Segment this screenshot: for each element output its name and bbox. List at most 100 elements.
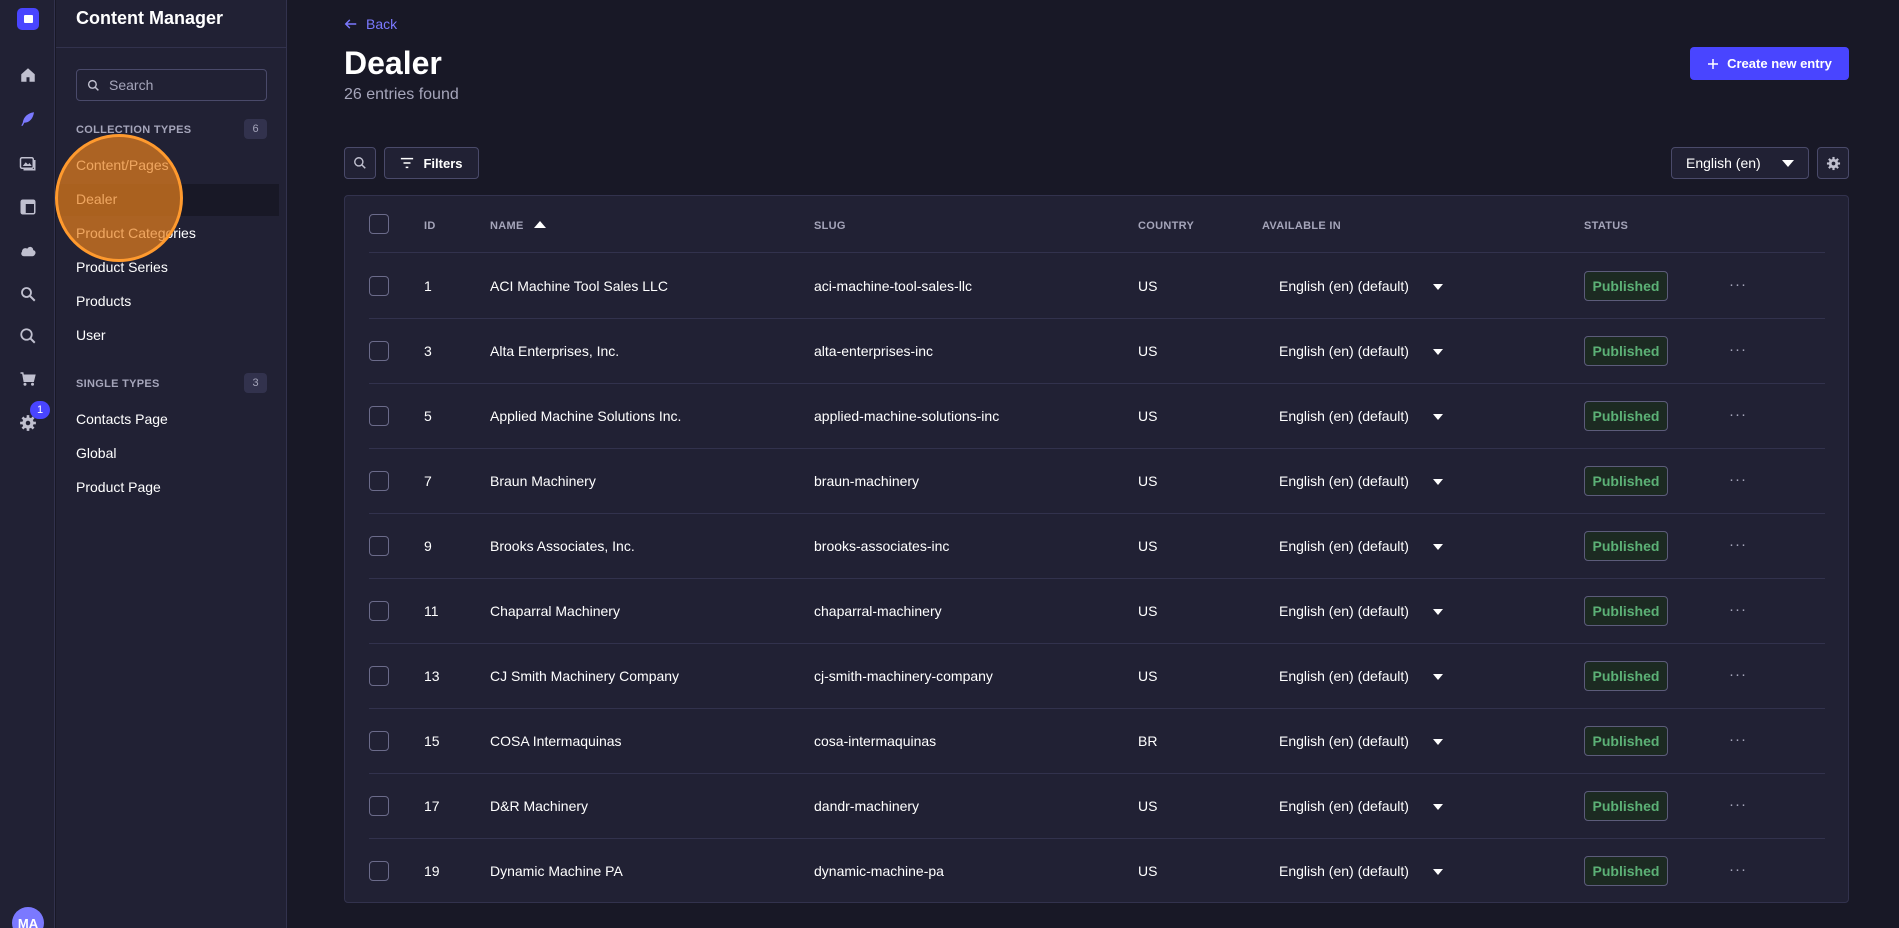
table-row[interactable]: 17 D&R Machinery dandr-machinery US English … (369, 774, 1825, 839)
cell-available-in[interactable]: English (en) (default) (1279, 863, 1409, 879)
cell-available-in[interactable]: English (en) (default) (1279, 343, 1409, 359)
media-library-icon[interactable] (15, 150, 41, 176)
cell-available-in[interactable]: English (en) (default) (1279, 733, 1409, 749)
chevron-down-icon[interactable] (1433, 674, 1443, 680)
table-search-button[interactable] (344, 147, 376, 179)
cell-country: US (1138, 408, 1158, 424)
locale-select[interactable]: English (en) (1671, 147, 1809, 179)
column-header-slug[interactable]: SLUG (814, 220, 846, 232)
more-actions-icon[interactable]: ··· (1729, 796, 1747, 813)
table-row[interactable]: 11 Chaparral Machinery chaparral-machinery… (369, 579, 1825, 644)
sort-ascending-icon[interactable] (533, 221, 546, 228)
table-row[interactable]: 13 CJ Smith Machinery Company cj-smith-mac… (369, 644, 1825, 709)
entries-count: 26 entries found (344, 86, 459, 103)
single-types-heading: SINGLE TYPES (76, 378, 160, 390)
table-row[interactable]: 19 Dynamic Machine PA dynamic-machine-pa US… (369, 839, 1825, 904)
table-row[interactable]: 9 Brooks Associates, Inc. brooks-associate… (369, 514, 1825, 579)
chevron-down-icon[interactable] (1433, 349, 1443, 355)
select-all-checkbox[interactable] (369, 214, 389, 234)
chevron-down-icon[interactable] (1433, 414, 1443, 420)
single-types-count: 3 (244, 373, 267, 393)
cell-name: Braun Machinery (490, 473, 596, 489)
sidebar-search-input[interactable]: Search (76, 69, 267, 101)
seo-search-icon[interactable] (15, 281, 41, 307)
cell-available-in[interactable]: English (en) (default) (1279, 538, 1409, 554)
more-actions-icon[interactable]: ··· (1729, 731, 1747, 748)
column-header-country[interactable]: COUNTRY (1138, 220, 1194, 232)
chevron-down-icon[interactable] (1433, 544, 1443, 550)
search-icon (354, 157, 366, 169)
more-actions-icon[interactable]: ··· (1729, 406, 1747, 423)
cell-slug: dynamic-machine-pa (814, 863, 944, 879)
cloud-icon[interactable] (15, 238, 41, 264)
row-checkbox[interactable] (369, 666, 389, 686)
cell-available-in[interactable]: English (en) (default) (1279, 798, 1409, 814)
row-checkbox[interactable] (369, 731, 389, 751)
sidebar-item-product-categories[interactable]: Product Categories (76, 225, 196, 241)
more-actions-icon[interactable]: ··· (1729, 471, 1747, 488)
column-header-status: STATUS (1584, 220, 1629, 232)
cell-available-in[interactable]: English (en) (default) (1279, 278, 1409, 294)
sidebar-item-product-page[interactable]: Product Page (76, 479, 161, 495)
table-row[interactable]: 1 ACI Machine Tool Sales LLC aci-machine-t… (369, 254, 1825, 319)
sidebar-item-user[interactable]: User (76, 327, 106, 343)
list-settings-button[interactable] (1817, 147, 1849, 179)
sidebar-item-global[interactable]: Global (76, 445, 116, 461)
column-header-name[interactable]: NAME (490, 220, 546, 232)
sidebar-item-dealer[interactable]: Dealer (76, 191, 117, 207)
sidebar-item-product-series[interactable]: Product Series (76, 259, 168, 275)
entries-table: ID NAME SLUG COUNTRY AVAILABLE IN STATUS… (344, 195, 1849, 903)
strapi-logo-icon[interactable] (17, 8, 39, 30)
collection-types-heading: COLLECTION TYPES (76, 124, 192, 136)
cell-name: D&R Machinery (490, 798, 589, 814)
chevron-down-icon[interactable] (1433, 479, 1443, 485)
home-icon[interactable] (15, 62, 41, 88)
cell-slug: brooks-associates-inc (814, 538, 950, 554)
chevron-down-icon[interactable] (1433, 804, 1443, 810)
row-checkbox[interactable] (369, 406, 389, 426)
chevron-down-icon[interactable] (1433, 284, 1443, 290)
chevron-down-icon[interactable] (1433, 739, 1443, 745)
cell-available-in[interactable]: English (en) (default) (1279, 473, 1409, 489)
marketplace-cart-icon[interactable] (15, 366, 41, 392)
table-row[interactable]: 15 COSA Intermaquinas cosa-intermaquinas BR… (369, 709, 1825, 774)
sidebar-item-contacts-page[interactable]: Contacts Page (76, 411, 168, 427)
table-row[interactable]: 3 Alta Enterprises, Inc. alta-enterprises-… (369, 319, 1825, 384)
locale-value: English (en) (1686, 155, 1761, 171)
row-checkbox[interactable] (369, 796, 389, 816)
row-checkbox[interactable] (369, 471, 389, 491)
cell-id: 19 (424, 863, 440, 879)
more-actions-icon[interactable]: ··· (1729, 861, 1747, 878)
chevron-down-icon[interactable] (1433, 609, 1443, 615)
back-link[interactable]: Back (344, 16, 397, 32)
create-new-entry-button[interactable]: Create new entry (1690, 47, 1849, 80)
cell-available-in[interactable]: English (en) (default) (1279, 408, 1409, 424)
filters-button[interactable]: Filters (384, 147, 479, 179)
row-checkbox[interactable] (369, 276, 389, 296)
sidebar-item-products[interactable]: Products (76, 293, 131, 309)
table-row[interactable]: 5 Applied Machine Solutions Inc. applied-m… (369, 384, 1825, 449)
row-checkbox[interactable] (369, 536, 389, 556)
cell-slug: dandr-machinery (814, 798, 920, 814)
cell-slug: chaparral-machinery (814, 603, 942, 619)
more-actions-icon[interactable]: ··· (1729, 666, 1747, 683)
chevron-down-icon[interactable] (1433, 869, 1443, 875)
cell-slug: aci-machine-tool-sales-llc (814, 278, 972, 294)
column-header-id[interactable]: ID (424, 220, 436, 232)
content-type-builder-icon[interactable] (15, 194, 41, 220)
cell-available-in[interactable]: English (en) (default) (1279, 668, 1409, 684)
row-checkbox[interactable] (369, 341, 389, 361)
more-actions-icon[interactable]: ··· (1729, 536, 1747, 553)
more-actions-icon[interactable]: ··· (1729, 341, 1747, 358)
content-manager-feather-icon[interactable] (15, 106, 41, 132)
search-icon[interactable] (15, 323, 41, 349)
table-row[interactable]: 7 Braun Machinery braun-machinery US English… (369, 449, 1825, 514)
cell-country: BR (1138, 733, 1158, 749)
row-checkbox[interactable] (369, 861, 389, 881)
more-actions-icon[interactable]: ··· (1729, 276, 1747, 293)
row-checkbox[interactable] (369, 601, 389, 621)
user-avatar[interactable]: MA (12, 907, 44, 928)
more-actions-icon[interactable]: ··· (1729, 601, 1747, 618)
sidebar-item-content-pages[interactable]: Content/Pages (76, 157, 169, 173)
cell-available-in[interactable]: English (en) (default) (1279, 603, 1409, 619)
